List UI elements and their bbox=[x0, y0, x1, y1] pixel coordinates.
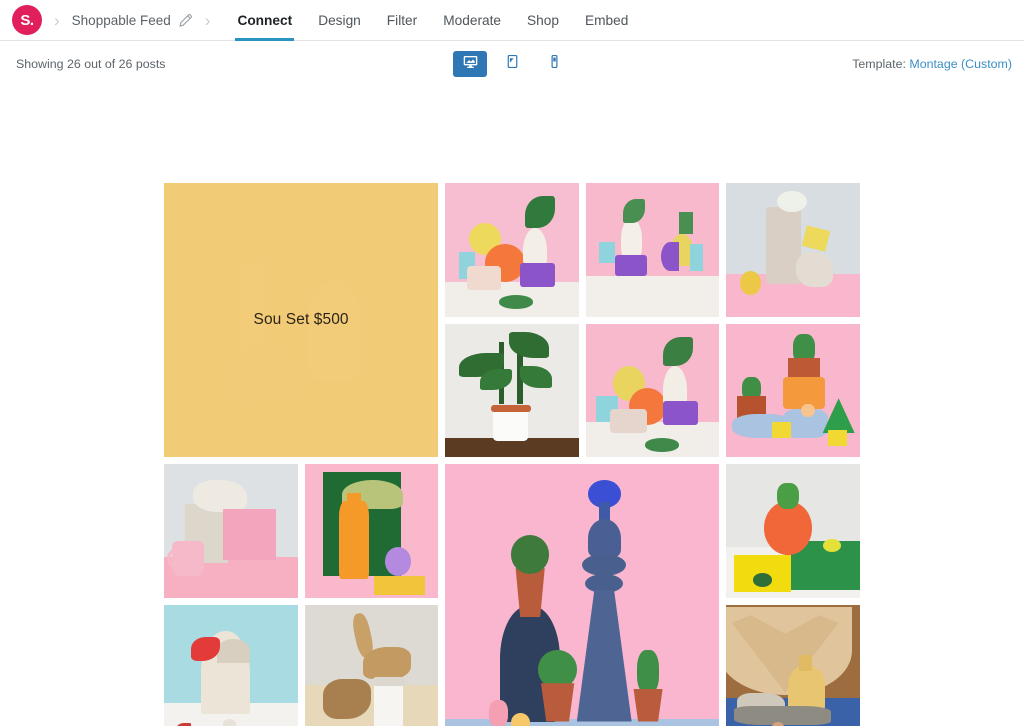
post-image bbox=[164, 464, 298, 598]
feed-post-1[interactable] bbox=[445, 183, 579, 317]
feed-post-3[interactable] bbox=[726, 183, 860, 317]
breadcrumb-separator-2: › bbox=[204, 10, 211, 30]
template-label: Template: bbox=[852, 57, 906, 71]
breadcrumb-feed-name[interactable]: Shoppable Feed bbox=[72, 13, 171, 28]
montage-feed-grid: Sou Set $500 bbox=[164, 183, 860, 726]
post-image bbox=[585, 183, 720, 317]
post-image bbox=[726, 604, 860, 726]
device-preview-switcher bbox=[453, 51, 571, 77]
post-image bbox=[726, 183, 860, 317]
app-logo[interactable]: S. bbox=[12, 5, 42, 35]
post-image bbox=[445, 323, 579, 457]
feed-post-6[interactable] bbox=[726, 323, 860, 457]
post-image bbox=[726, 323, 860, 457]
post-count-label: Showing 26 out of 26 posts bbox=[16, 57, 166, 71]
feed-post-9[interactable] bbox=[726, 464, 860, 598]
tablet-preview-button[interactable] bbox=[495, 51, 529, 77]
feed-post-5[interactable] bbox=[585, 323, 720, 457]
post-image bbox=[585, 323, 720, 457]
feed-post-featured[interactable]: Sou Set $500 bbox=[164, 183, 439, 457]
feed-post-featured-2[interactable] bbox=[445, 464, 720, 726]
mobile-icon bbox=[546, 53, 563, 75]
mobile-preview-button[interactable] bbox=[537, 51, 571, 77]
top-navigation-bar: S. › Shoppable Feed › Connect Design Fil… bbox=[0, 0, 1024, 41]
tab-moderate[interactable]: Moderate bbox=[430, 0, 514, 41]
feed-preview-stage: Sou Set $500 bbox=[0, 87, 1024, 726]
desktop-icon bbox=[462, 53, 479, 75]
product-overlay: Sou Set $500 bbox=[164, 183, 439, 457]
feed-post-12[interactable] bbox=[726, 604, 860, 726]
post-image bbox=[445, 464, 720, 726]
feed-post-2[interactable] bbox=[585, 183, 720, 317]
tab-shop[interactable]: Shop bbox=[514, 0, 572, 41]
post-image bbox=[164, 604, 298, 726]
post-image bbox=[304, 604, 439, 726]
feed-post-10[interactable] bbox=[164, 604, 298, 726]
product-label: Sou Set $500 bbox=[253, 311, 349, 328]
post-image bbox=[726, 464, 860, 598]
breadcrumb-separator-1: › bbox=[54, 10, 60, 30]
feed-post-7[interactable] bbox=[164, 464, 298, 598]
template-indicator: Template: Montage (Custom) bbox=[852, 57, 1012, 71]
tab-embed[interactable]: Embed bbox=[572, 0, 641, 41]
feed-post-4[interactable] bbox=[445, 323, 579, 457]
post-image bbox=[445, 183, 579, 317]
post-image bbox=[304, 464, 439, 598]
tablet-icon bbox=[504, 53, 521, 75]
main-tabs: Connect Design Filter Moderate Shop Embe… bbox=[224, 0, 641, 41]
pencil-icon[interactable] bbox=[178, 13, 193, 28]
feed-post-11[interactable] bbox=[304, 604, 439, 726]
template-link[interactable]: Montage (Custom) bbox=[909, 57, 1012, 71]
preview-toolbar: Showing 26 out of 26 posts Template: Mon… bbox=[0, 41, 1024, 87]
desktop-preview-button[interactable] bbox=[453, 51, 487, 77]
feed-post-8[interactable] bbox=[304, 464, 439, 598]
tab-connect[interactable]: Connect bbox=[224, 0, 305, 41]
tab-filter[interactable]: Filter bbox=[374, 0, 430, 41]
tab-design[interactable]: Design bbox=[305, 0, 374, 41]
